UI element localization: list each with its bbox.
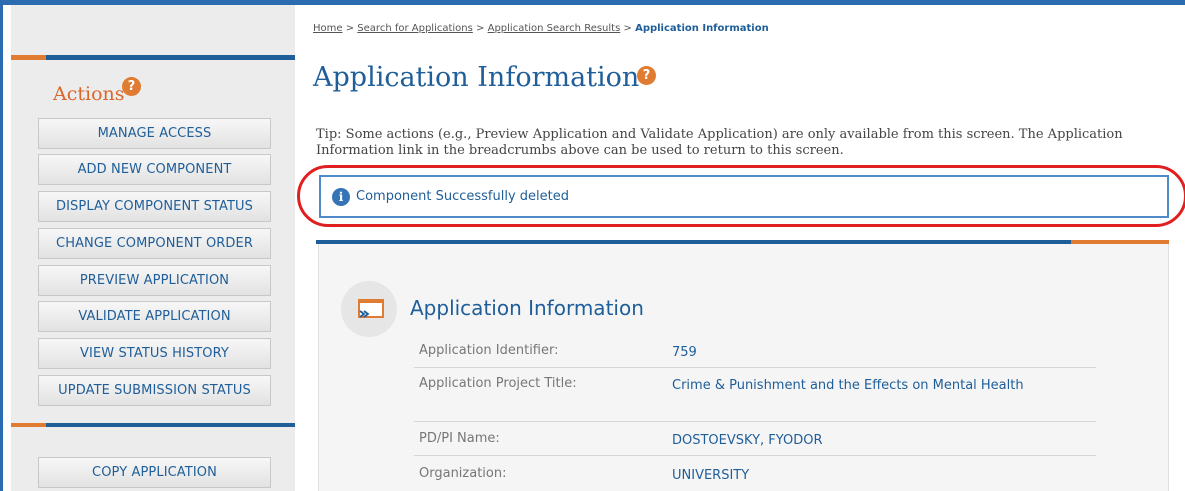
actions-heading: Actions <box>53 83 125 105</box>
sidebar-mid-divider <box>11 423 295 427</box>
display-component-status-button[interactable]: DISPLAY COMPONENT STATUS <box>38 191 271 222</box>
breadcrumb: Home > Search for Applications > Applica… <box>313 23 769 34</box>
breadcrumb-search-results[interactable]: Application Search Results <box>488 23 621 34</box>
breadcrumb-home[interactable]: Home <box>313 23 343 34</box>
panel-title: Application Information <box>410 296 644 320</box>
change-component-order-button[interactable]: CHANGE COMPONENT ORDER <box>38 228 271 259</box>
row-value: UNIVERSITY <box>672 468 750 483</box>
info-row: PD/PI Name: DOSTOEVSKY, FYODOR <box>414 431 1096 456</box>
row-value: DOSTOEVSKY, FYODOR <box>672 433 823 448</box>
row-label: Application Identifier: <box>419 343 559 358</box>
validate-application-button[interactable]: VALIDATE APPLICATION <box>38 301 271 332</box>
manage-access-button[interactable]: MANAGE ACCESS <box>38 118 271 149</box>
copy-application-button[interactable]: COPY APPLICATION <box>38 457 271 488</box>
info-row: Application Project Title: Crime & Punis… <box>414 376 1096 422</box>
info-row: Organization: UNIVERSITY <box>414 466 1096 491</box>
breadcrumb-separator: > <box>345 23 355 34</box>
row-value: 759 <box>672 345 697 360</box>
row-label: Application Project Title: <box>419 376 577 391</box>
row-value: Crime & Punishment and the Effects on Me… <box>672 378 1024 393</box>
actions-help-icon[interactable]: ? <box>122 77 141 96</box>
page-title: Application Information <box>313 62 640 93</box>
breadcrumb-separator: > <box>623 23 632 34</box>
info-row: Application Identifier: 759 <box>414 343 1096 368</box>
breadcrumb-search-applications[interactable]: Search for Applications <box>357 23 473 34</box>
row-label: Organization: <box>419 466 507 481</box>
page-help-icon[interactable]: ? <box>637 66 656 85</box>
breadcrumb-separator: > <box>476 23 485 34</box>
window-arrow-icon <box>358 299 384 318</box>
panel-icon-background <box>341 281 397 337</box>
tip-text: Tip: Some actions (e.g., Preview Applica… <box>316 127 1123 158</box>
application-info-panel: Application Information Application Iden… <box>318 244 1169 491</box>
actions-sidebar: Actions ? MANAGE ACCESS ADD NEW COMPONEN… <box>11 5 295 491</box>
add-new-component-button[interactable]: ADD NEW COMPONENT <box>38 154 271 185</box>
row-label: PD/PI Name: <box>419 431 500 446</box>
preview-application-button[interactable]: PREVIEW APPLICATION <box>38 265 271 296</box>
update-submission-status-button[interactable]: UPDATE SUBMISSION STATUS <box>38 375 271 406</box>
highlight-annotation-oval <box>297 165 1185 227</box>
sidebar-top-divider <box>11 55 295 60</box>
view-status-history-button[interactable]: VIEW STATUS HISTORY <box>38 338 271 369</box>
breadcrumb-current: Application Information <box>635 23 769 34</box>
